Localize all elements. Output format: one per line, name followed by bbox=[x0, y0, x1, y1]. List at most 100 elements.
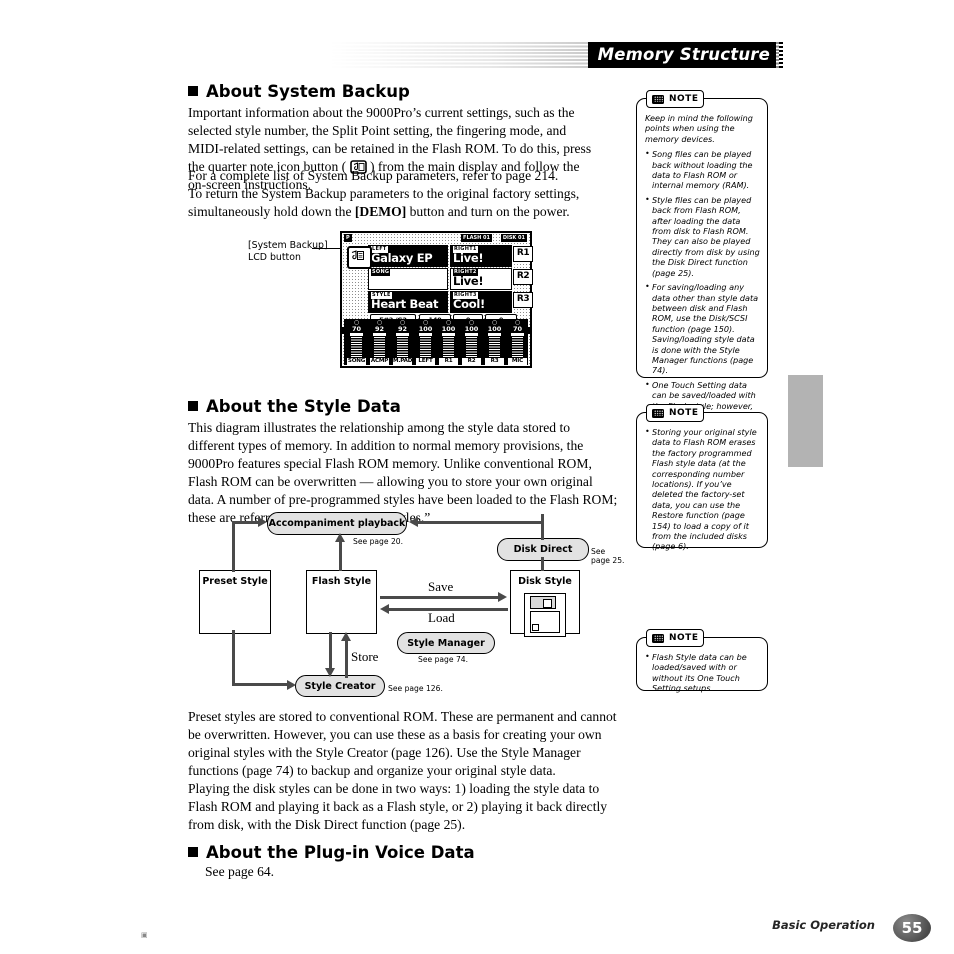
note-icon bbox=[652, 633, 664, 643]
lcd-button-r3[interactable]: R3 bbox=[513, 292, 533, 308]
note-bullet: Flash Style data can be loaded/saved wit… bbox=[645, 651, 760, 694]
mixer-channel[interactable]: ○ 70 MIC bbox=[507, 319, 528, 365]
bullet-square-icon bbox=[188, 401, 198, 411]
arrowhead-diskdirect-to-accompaniment bbox=[409, 517, 418, 527]
diagram-node-disk-style[interactable]: Disk Style bbox=[510, 570, 580, 637]
lcd-mixer: ○ 70 SONG ○ 92 ACMP ○ 92 M.PAD ○ 100 LEF… bbox=[344, 319, 528, 365]
diagram-node-style-manager[interactable]: Style Manager bbox=[397, 632, 495, 654]
heading-about-system-backup: About System Backup bbox=[188, 82, 410, 101]
diagram-ref-disk-direct: See page 25. bbox=[591, 547, 625, 565]
mixer-channel[interactable]: ○ 100 R1 bbox=[438, 319, 459, 365]
note-box-one-touch-setting: NOTE Flash Style data can be loaded/save… bbox=[636, 629, 768, 693]
connector-flash-to-accomp bbox=[339, 541, 342, 571]
note-tab: NOTE bbox=[646, 404, 705, 422]
note-bullet: Style files can be played back from Flas… bbox=[645, 194, 760, 278]
note-tab: NOTE bbox=[646, 90, 705, 108]
connector-diskdirect-to-accomp bbox=[417, 521, 543, 524]
connector-creator-to-flash bbox=[345, 640, 348, 678]
mixer-channel[interactable]: ○ 100 R3 bbox=[484, 319, 505, 365]
page-title: Memory Structure bbox=[587, 42, 784, 68]
diagram-ref-style-creator: See page 126. bbox=[388, 684, 443, 693]
note-content: Flash Style data can be loaded/saved wit… bbox=[645, 651, 760, 698]
connector-save-arrow-line bbox=[380, 596, 500, 599]
arrowhead-save bbox=[498, 592, 507, 602]
fader-track[interactable] bbox=[420, 337, 431, 357]
lcd-screenshot: P FLASH 01 DISK 01 LEFT Galaxy EP SONG S… bbox=[340, 231, 533, 368]
note-icon bbox=[652, 408, 664, 418]
lcd-button-r2[interactable]: R2 bbox=[513, 269, 533, 285]
fader-track[interactable] bbox=[351, 337, 362, 357]
fader-handle[interactable] bbox=[442, 333, 455, 336]
mixer-channel[interactable]: ○ 100 R2 bbox=[461, 319, 482, 365]
note-bullet: For saving/loading any data other than s… bbox=[645, 281, 760, 376]
mixer-channel[interactable]: ○ 70 SONG bbox=[346, 319, 367, 365]
fader-track[interactable] bbox=[397, 337, 408, 357]
bullet-square-icon bbox=[188, 847, 198, 857]
fader-handle[interactable] bbox=[419, 333, 432, 336]
section-side-tab bbox=[788, 375, 823, 467]
mixer-channel[interactable]: ○ 92 ACMP bbox=[369, 319, 390, 365]
lcd-field-right2[interactable]: RIGHT2 Live! Strs bbox=[450, 268, 512, 290]
lcd-field-style[interactable]: STYLE Heart Beat bbox=[368, 291, 448, 313]
heading-about-style-data: About the Style Data bbox=[188, 397, 401, 416]
lcd-quarter-note-button[interactable] bbox=[347, 246, 372, 269]
diagram-node-accompaniment-playback[interactable]: Accompaniment playback bbox=[267, 512, 407, 535]
paragraph-style-data-3: Playing the disk styles can be done in t… bbox=[188, 781, 608, 833]
connector-flash-to-creator bbox=[329, 632, 332, 670]
floppy-disk-icon bbox=[524, 593, 566, 637]
note-intro: Keep in mind the following points when u… bbox=[645, 113, 753, 144]
diagram-node-flash-style[interactable]: Flash Style bbox=[306, 570, 377, 634]
diagram-node-style-creator[interactable]: Style Creator bbox=[295, 675, 385, 697]
note-content: Storing your original style data to Flas… bbox=[645, 426, 760, 556]
manual-page: Memory Structure About System Backup Imp… bbox=[0, 0, 954, 954]
fader-handle[interactable] bbox=[488, 333, 501, 336]
connector-diskdirect-to-diskstyle bbox=[541, 557, 544, 571]
fader-handle[interactable] bbox=[465, 333, 478, 336]
connector-preset-to-creator-vert bbox=[232, 630, 235, 685]
connector-preset-to-creator-horz bbox=[232, 683, 290, 686]
connector-preset-to-accomp-vert bbox=[232, 522, 235, 572]
page-header-banner: Memory Structure bbox=[330, 42, 784, 68]
fader-handle[interactable] bbox=[511, 333, 524, 336]
lcd-disk-badge: DISK 01 bbox=[500, 234, 527, 242]
connector-diskdirect-up bbox=[541, 514, 544, 540]
fader-track[interactable] bbox=[489, 337, 500, 357]
diagram-node-preset-style[interactable]: Preset Style bbox=[199, 570, 271, 634]
paragraph-plugin-body: See page 64. bbox=[205, 864, 275, 879]
lcd-field-song[interactable]: SONG bbox=[368, 268, 448, 290]
fader-track[interactable] bbox=[466, 337, 477, 357]
mixer-channel[interactable]: ○ 100 LEFT bbox=[415, 319, 436, 365]
diagram-label-save: Save bbox=[428, 579, 454, 594]
note-bullet: Storing your original style data to Flas… bbox=[645, 426, 760, 552]
diagram-ref-accompaniment: See page 20. bbox=[353, 537, 404, 546]
fader-handle[interactable] bbox=[373, 333, 386, 336]
paragraph-backup-2: For a complete list of System Backup par… bbox=[188, 168, 559, 183]
lcd-top-bar: P FLASH 01 DISK 01 bbox=[344, 234, 528, 243]
note-box-flash-rom-restore: NOTE Storing your original style data to… bbox=[636, 404, 768, 551]
mixer-channel[interactable]: ○ 92 M.PAD bbox=[392, 319, 413, 365]
fader-handle[interactable] bbox=[396, 333, 409, 336]
fader-track[interactable] bbox=[512, 337, 523, 357]
heading-about-plugin-voice-data: About the Plug-in Voice Data bbox=[188, 843, 475, 862]
lcd-field-right3[interactable]: RIGHT3 Cool! Organ bbox=[450, 291, 512, 313]
arrowhead-creator-to-flash bbox=[341, 632, 351, 641]
arrowhead-to-accompaniment bbox=[258, 517, 267, 527]
arrowhead-to-style-creator bbox=[287, 680, 296, 690]
note-icon bbox=[652, 94, 664, 104]
bullet-square-icon bbox=[188, 86, 198, 96]
fader-handle[interactable] bbox=[350, 333, 363, 336]
lcd-button-r1[interactable]: R1 bbox=[513, 246, 533, 262]
diagram-ref-style-manager: See page 74. bbox=[418, 655, 469, 664]
lcd-field-left[interactable]: LEFT Galaxy EP bbox=[368, 245, 448, 267]
connector-preset-to-accomp-horz bbox=[232, 521, 259, 524]
fader-track[interactable] bbox=[374, 337, 385, 357]
arrowhead-load bbox=[380, 604, 389, 614]
fader-track[interactable] bbox=[443, 337, 454, 357]
floppy-shutter bbox=[530, 596, 556, 609]
lcd-field-right1[interactable]: RIGHT1 Live! Grand bbox=[450, 245, 512, 267]
note-bullet: Song files can be played back without lo… bbox=[645, 148, 760, 191]
arrowhead-flash-to-accompaniment bbox=[335, 533, 345, 542]
note-bullet-list: Storing your original style data to Flas… bbox=[645, 426, 760, 552]
lcd-mode-badge: P bbox=[344, 234, 352, 242]
diagram-label-store: Store bbox=[351, 649, 379, 664]
